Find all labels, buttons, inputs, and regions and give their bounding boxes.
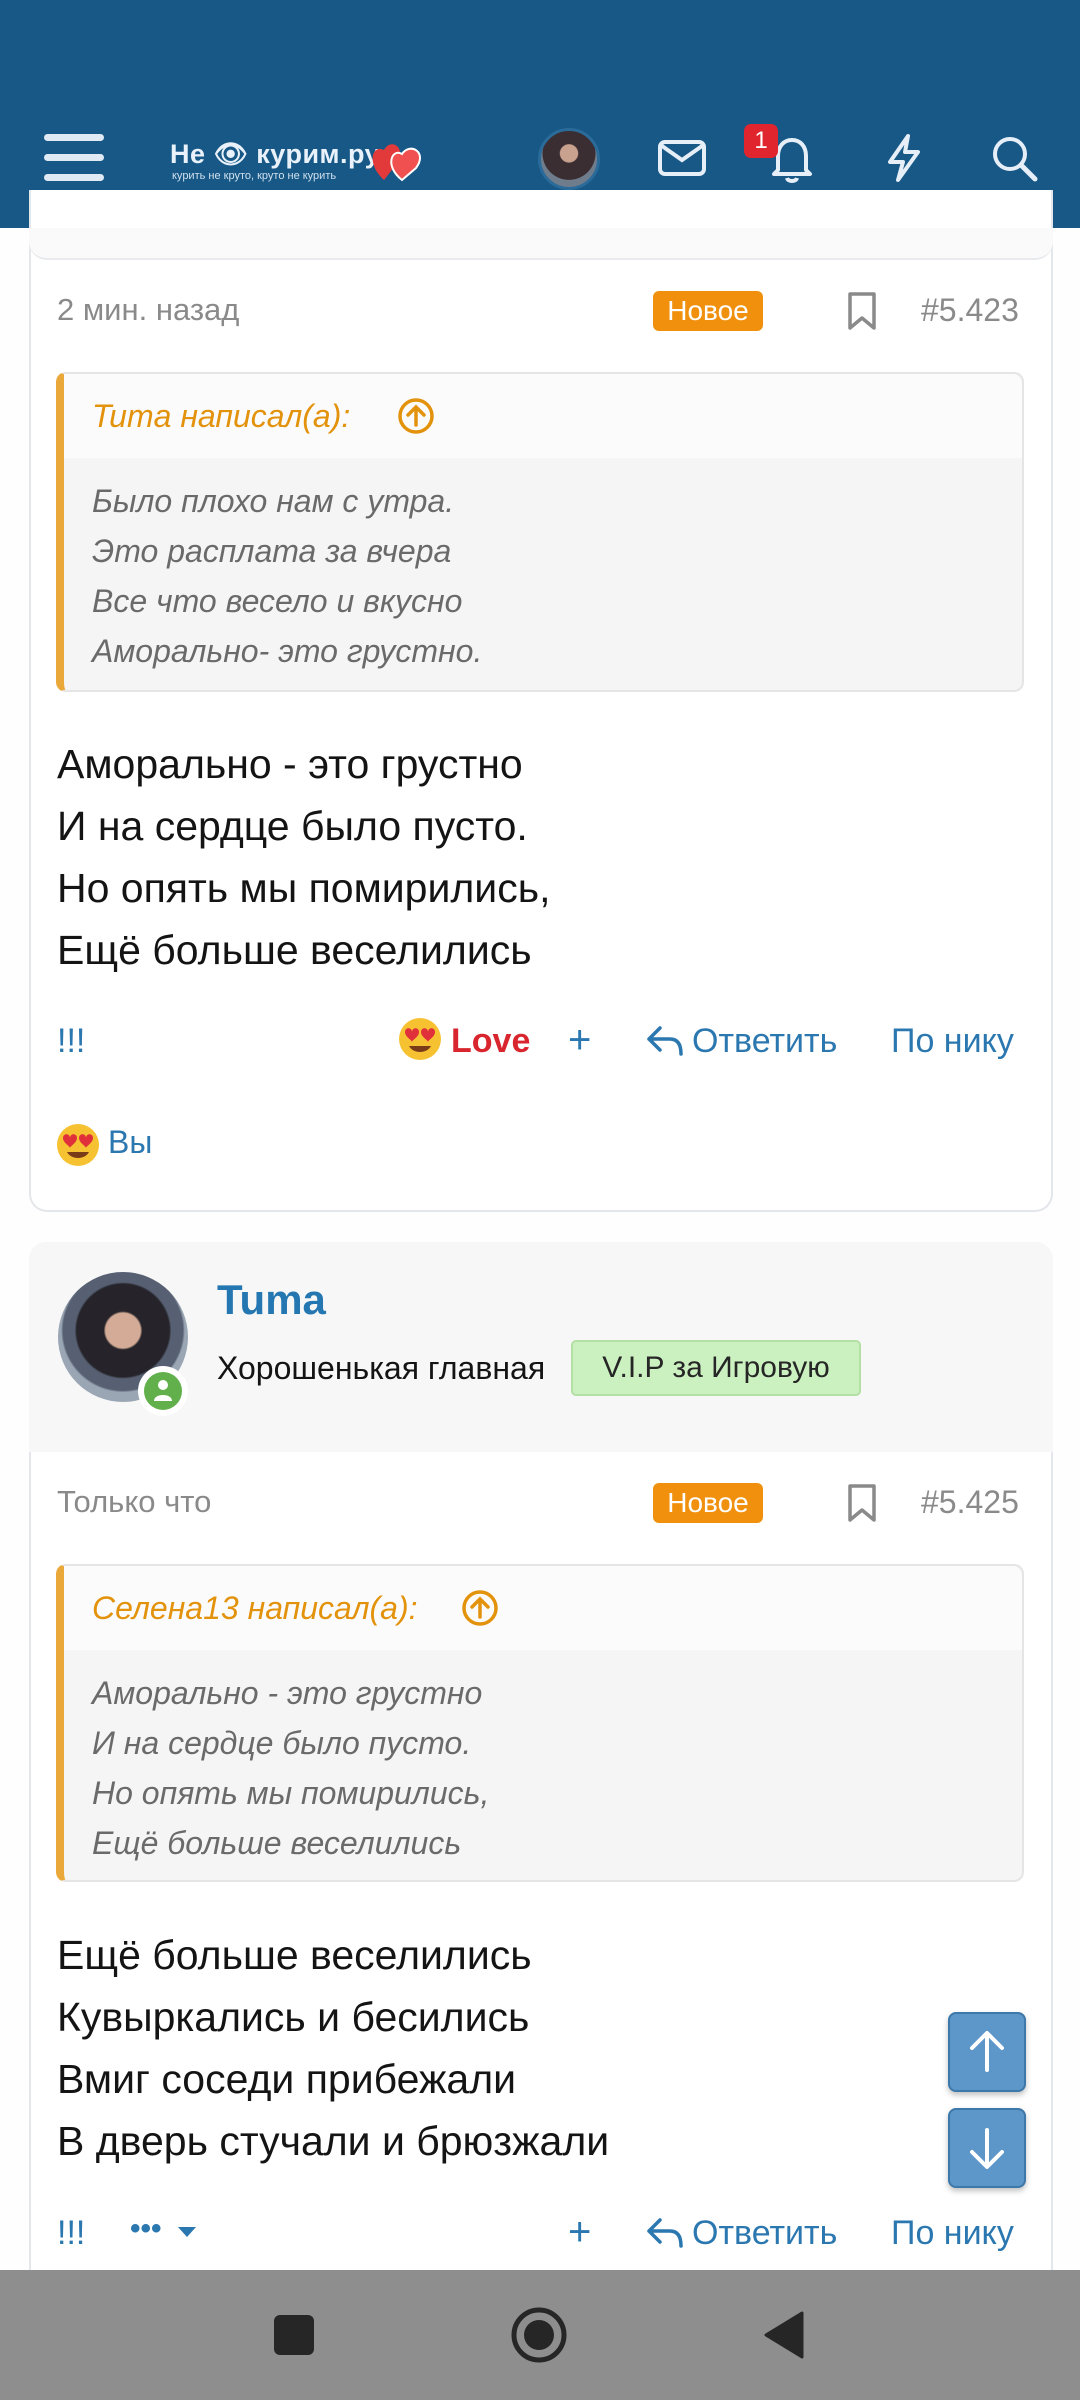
more-menu-button[interactable]: ••• — [130, 2212, 162, 2246]
reply-button[interactable]: Ответить — [692, 2214, 837, 2253]
message-line: Вмиг соседи прибежали — [57, 2056, 517, 2102]
post-time[interactable]: Только что — [57, 1484, 211, 1520]
add-reaction-button[interactable]: + — [568, 2210, 591, 2255]
post-time[interactable]: 2 мин. назад — [57, 292, 239, 328]
arrow-up-circle-icon[interactable] — [460, 1588, 500, 1628]
by-nick-button[interactable]: По нику — [891, 2214, 1014, 2253]
quote-line: Ещё больше веселились — [92, 1825, 462, 1861]
system-nav-bar — [0, 2270, 1080, 2400]
avatar[interactable] — [538, 128, 600, 190]
arrow-up-circle-icon[interactable] — [396, 396, 436, 436]
user-title: Хорошенькая главная — [217, 1350, 546, 1386]
lightning-icon[interactable] — [876, 130, 932, 186]
menu-icon[interactable] — [44, 130, 104, 184]
love-reaction-label[interactable]: Love — [451, 1022, 530, 1061]
quote-author[interactable]: Селена13 написал(а): — [92, 1590, 418, 1627]
logo-tagline: курить не круто, круто не курить — [172, 170, 337, 182]
message-line: Кувыркались и бесились — [57, 1994, 530, 2040]
home-icon[interactable] — [510, 2306, 568, 2364]
user-banner: V.I.P за Игровую — [571, 1340, 861, 1396]
by-nick-button[interactable]: По нику — [891, 1022, 1014, 1061]
message-line: И на сердце было пусто. — [57, 803, 528, 849]
quote-line: Аморально- это грустно. — [92, 633, 483, 669]
scroll-down-button[interactable] — [948, 2108, 1026, 2188]
post-number[interactable]: #5.425 — [921, 1484, 1019, 1521]
love-eyes-emoji-icon — [57, 1124, 99, 1166]
notification-badge: 1 — [744, 124, 778, 158]
online-status-icon — [138, 1366, 188, 1416]
new-badge: Новое — [653, 291, 763, 331]
exclaim-link[interactable]: !!! — [57, 1022, 85, 1061]
message-line: Но опять мы помирились, — [57, 865, 551, 911]
search-icon[interactable] — [986, 130, 1042, 186]
heart-logo-icon — [372, 144, 421, 182]
message-line: Аморально - это грустно — [57, 741, 523, 787]
arrow-down-icon — [970, 2128, 1004, 2169]
reply-button[interactable]: Ответить — [692, 1022, 837, 1061]
message-line: Ещё больше веселились — [57, 1932, 532, 1978]
caret-down-icon[interactable] — [176, 2225, 198, 2239]
quote-line: Аморально - это грустно — [92, 1675, 483, 1711]
reacted-by-link[interactable]: Вы — [108, 1124, 152, 1161]
mail-icon[interactable] — [654, 130, 710, 186]
bookmark-icon[interactable] — [844, 290, 880, 334]
quote-line: Но опять мы помирились, — [92, 1775, 490, 1811]
post-number[interactable]: #5.423 — [921, 292, 1019, 329]
reply-icon[interactable] — [646, 1024, 684, 1058]
arrow-up-icon — [970, 2031, 1004, 2072]
bookmark-icon[interactable] — [844, 1482, 880, 1526]
quote-block: Tuma написал(а): Было плохо нам с утра. … — [56, 372, 1024, 692]
site-logo[interactable]: Не 👁 курим.ру курить не круто, круто не … — [170, 130, 430, 190]
message-line: В дверь стучали и брюзжали — [57, 2118, 610, 2164]
logo-text: Не 👁 курим.ру — [170, 139, 381, 169]
username[interactable]: Tuma — [217, 1276, 326, 1324]
add-reaction-button[interactable]: + — [568, 1018, 591, 1063]
quote-author[interactable]: Tuma написал(а): — [92, 398, 350, 435]
reply-icon[interactable] — [646, 2216, 684, 2250]
quote-line: И на сердце было пусто. — [92, 1725, 472, 1761]
love-eyes-emoji-icon[interactable] — [397, 1016, 443, 1062]
scroll-up-button[interactable] — [948, 2012, 1026, 2092]
recents-icon[interactable] — [273, 2314, 315, 2356]
card-edge — [29, 228, 1053, 260]
back-icon[interactable] — [762, 2310, 806, 2360]
quote-block: Селена13 написал(а): Аморально - это гру… — [56, 1564, 1024, 1882]
post-message: Аморально - это грустно И на сердце было… — [57, 733, 550, 981]
quote-line: Это расплата за вчера — [92, 533, 452, 569]
new-badge: Новое — [653, 1483, 763, 1523]
post-message: Ещё больше веселились Кувыркались и беси… — [57, 1924, 609, 2172]
exclaim-link[interactable]: !!! — [57, 2214, 85, 2253]
quote-line: Все что весело и вкусно — [92, 583, 463, 619]
message-line: Ещё больше веселились — [57, 927, 532, 973]
quote-line: Было плохо нам с утра. — [92, 483, 455, 519]
